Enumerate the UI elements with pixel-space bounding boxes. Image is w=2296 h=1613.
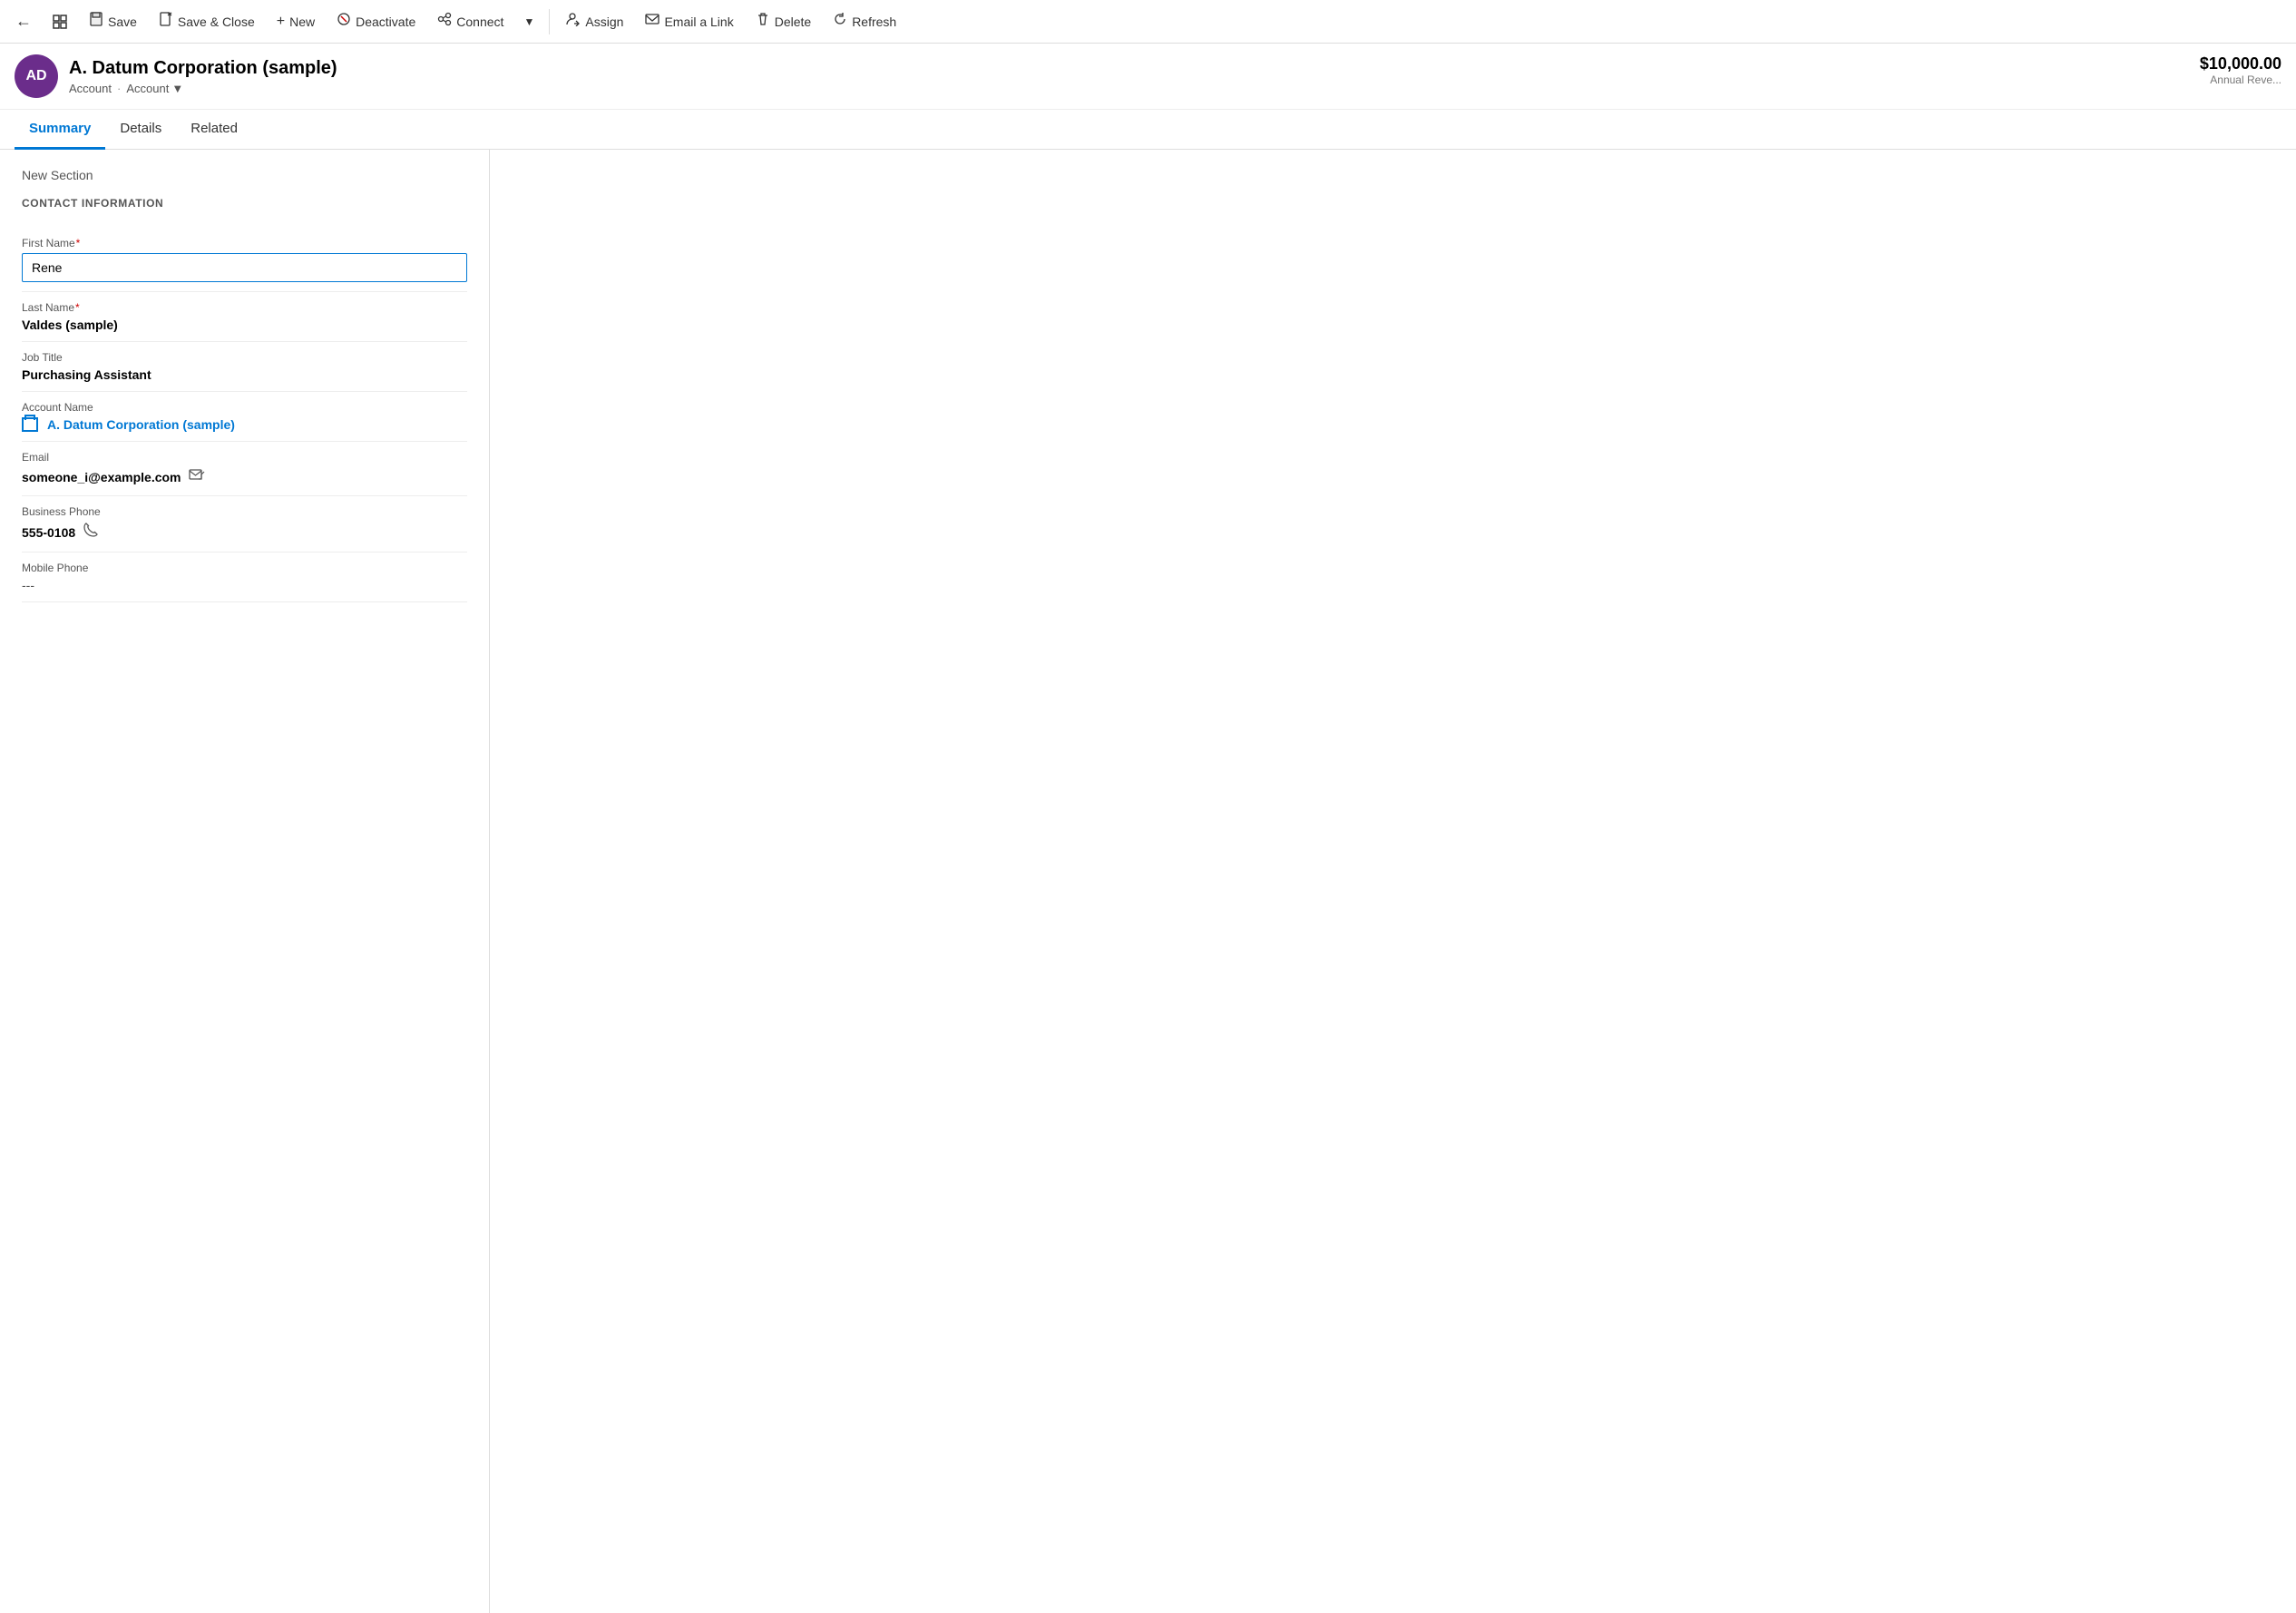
account-name-label: Account Name: [22, 401, 467, 414]
save-close-button[interactable]: Save & Close: [150, 6, 264, 36]
account-name-field: Account Name A. Datum Corporation (sampl…: [22, 392, 467, 442]
avatar: AD: [15, 54, 58, 98]
deactivate-icon: [337, 12, 351, 31]
last-name-label: Last Name*: [22, 301, 467, 314]
phone-icon[interactable]: [83, 522, 99, 543]
mobile-phone-value[interactable]: ---: [22, 578, 467, 592]
email-link-label: Email a Link: [664, 15, 733, 29]
record-header: AD A. Datum Corporation (sample) Account…: [0, 44, 2296, 110]
email-field: Email someone_i@example.com: [22, 442, 467, 496]
email-value-row: someone_i@example.com: [22, 467, 467, 486]
first-name-field: First Name*: [22, 228, 467, 292]
main-content: New Section CONTACT INFORMATION First Na…: [0, 150, 2296, 1613]
mobile-phone-label: Mobile Phone: [22, 562, 467, 574]
left-panel: New Section CONTACT INFORMATION First Na…: [0, 150, 490, 1613]
annual-revenue-value: $10,000.00: [2200, 54, 2281, 73]
contact-form-fields: First Name* Last Name* Valdes (sample) J…: [22, 228, 467, 602]
refresh-label: Refresh: [852, 15, 896, 29]
assign-button[interactable]: Assign: [557, 6, 632, 36]
toolbar: ← Save Save & Close +: [0, 0, 2296, 44]
email-link-button[interactable]: Email a Link: [636, 6, 742, 36]
job-title-label: Job Title: [22, 351, 467, 364]
more-options-button[interactable]: ▼: [516, 5, 542, 38]
save-button[interactable]: Save: [80, 6, 146, 36]
job-title-value[interactable]: Purchasing Assistant: [22, 367, 467, 382]
mobile-phone-field: Mobile Phone ---: [22, 552, 467, 602]
record-subtitle: Account · Account ▼: [69, 82, 337, 95]
account-name-value[interactable]: A. Datum Corporation (sample): [22, 417, 467, 432]
business-phone-value[interactable]: 555-0108: [22, 525, 75, 540]
chevron-down-icon: ▼: [171, 82, 183, 95]
email-label: Email: [22, 451, 467, 464]
right-panel: [490, 150, 2296, 1613]
email-value[interactable]: someone_i@example.com: [22, 470, 181, 484]
breadcrumb-account[interactable]: Account: [69, 82, 112, 95]
deactivate-label: Deactivate: [356, 15, 415, 29]
refresh-button[interactable]: Refresh: [824, 6, 905, 36]
tab-summary[interactable]: Summary: [15, 110, 105, 150]
record-type-dropdown[interactable]: Account ▼: [126, 82, 183, 95]
contact-info-header: CONTACT INFORMATION: [22, 197, 467, 210]
annual-revenue-label: Annual Reve...: [2200, 73, 2281, 86]
toolbar-divider: [549, 9, 550, 34]
tabs-bar: Summary Details Related: [0, 110, 2296, 150]
email-compose-icon[interactable]: [189, 467, 205, 486]
save-close-label: Save & Close: [178, 15, 255, 29]
save-label: Save: [108, 15, 137, 29]
email-icon: [645, 12, 659, 31]
first-name-label: First Name*: [22, 237, 467, 249]
new-label: New: [289, 15, 315, 29]
job-title-field: Job Title Purchasing Assistant: [22, 342, 467, 392]
business-phone-field: Business Phone 555-0108: [22, 496, 467, 552]
business-phone-value-row: 555-0108: [22, 522, 467, 543]
connect-label: Connect: [456, 15, 503, 29]
save-close-icon: [159, 12, 173, 31]
new-icon: +: [277, 14, 285, 30]
first-name-input[interactable]: [22, 253, 467, 282]
last-name-value[interactable]: Valdes (sample): [22, 318, 467, 332]
new-button[interactable]: + New: [268, 8, 324, 35]
account-icon: [22, 417, 38, 432]
record-title: A. Datum Corporation (sample): [69, 58, 337, 79]
tab-related[interactable]: Related: [176, 110, 252, 150]
deactivate-button[interactable]: Deactivate: [327, 6, 425, 36]
section-title: New Section: [22, 168, 467, 182]
delete-label: Delete: [775, 15, 811, 29]
grid-view-button[interactable]: [44, 5, 76, 38]
delete-button[interactable]: Delete: [747, 6, 820, 36]
connect-button[interactable]: Connect: [428, 6, 513, 36]
annual-revenue-section: $10,000.00 Annual Reve...: [2200, 54, 2281, 86]
tab-details[interactable]: Details: [105, 110, 176, 150]
assign-icon: [566, 12, 581, 31]
last-name-field: Last Name* Valdes (sample): [22, 292, 467, 342]
chevron-down-icon: ▼: [523, 15, 534, 28]
delete-icon: [756, 12, 770, 31]
business-phone-label: Business Phone: [22, 505, 467, 518]
back-button[interactable]: ←: [7, 5, 40, 38]
record-info: A. Datum Corporation (sample) Account · …: [69, 58, 337, 95]
refresh-icon: [833, 12, 847, 31]
save-icon: [89, 12, 103, 31]
assign-label: Assign: [585, 15, 623, 29]
connect-icon: [437, 12, 452, 31]
